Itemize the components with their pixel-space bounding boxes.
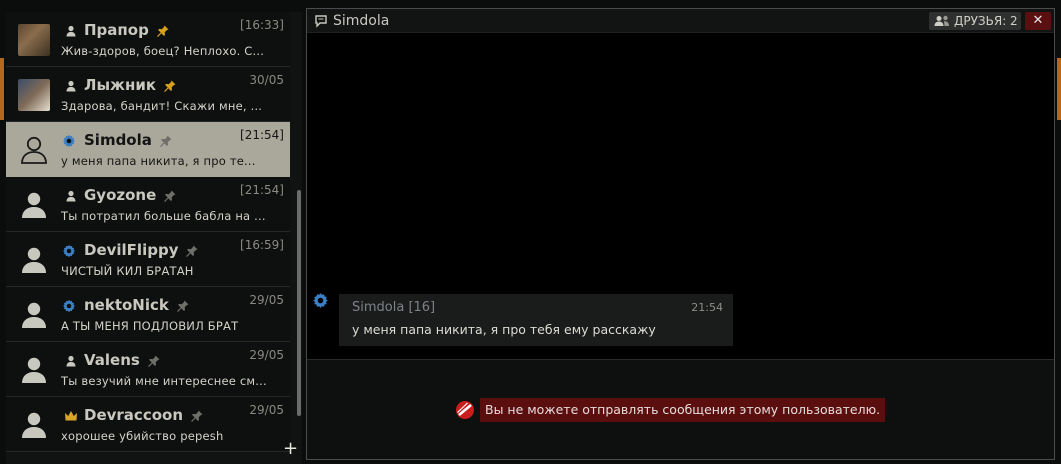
dialog-item[interactable]: nektoNick 29/05 А ТЫ МЕНЯ ПОДЛОВИЛ БРАТ xyxy=(6,287,290,342)
friends-button[interactable]: ДРУЗЬЯ: 2 xyxy=(929,12,1021,30)
dialog-name: Gyozone xyxy=(84,186,157,204)
dialog-last-message: А ТЫ МЕНЯ ПОДЛОВИЛ БРАТ xyxy=(61,319,239,333)
dialog-item[interactable]: Simdola [21:54] у меня папа никита, я про … xyxy=(6,122,290,177)
gear-icon xyxy=(62,244,76,258)
user-icon xyxy=(64,24,78,38)
chat-title: Simdola xyxy=(333,13,390,29)
background-edge-right xyxy=(1057,58,1061,120)
dialog-time: 30/05 xyxy=(249,73,284,87)
friends-icon xyxy=(933,14,951,28)
user-icon xyxy=(64,79,78,93)
chat-bubble-icon xyxy=(314,14,328,28)
mute-icon[interactable] xyxy=(163,189,177,203)
pin-icon[interactable] xyxy=(163,79,177,93)
user-icon xyxy=(64,189,78,203)
crown-icon xyxy=(64,409,78,423)
mute-icon[interactable] xyxy=(185,244,199,258)
default-avatar-icon xyxy=(18,409,50,441)
dialog-time: 29/05 xyxy=(249,293,284,307)
dialog-list: Прапор [16:33] Жив-здоров, боец? Неплохо. … xyxy=(6,12,302,464)
message-bubble: Simdola [16] 21:54 у меня папа никита, я… xyxy=(339,294,733,346)
dialog-last-message: Ты потратил больше бабла на ... xyxy=(61,209,266,223)
gear-icon xyxy=(62,299,76,313)
dialog-time: 29/05 xyxy=(249,348,284,362)
mute-icon[interactable] xyxy=(147,354,161,368)
message-text: у меня папа никита, я про тебя ему расск… xyxy=(352,322,656,337)
dialog-name: DevilFlippy xyxy=(84,241,179,259)
mute-icon[interactable] xyxy=(176,299,190,313)
dialog-list-scrollbar[interactable] xyxy=(297,190,301,416)
dialog-item[interactable]: Devraccoon 29/05 хорошее убийство pepesh xyxy=(6,397,290,452)
dialog-time: [21:54] xyxy=(240,183,284,197)
dialog-last-message: хорошее убийство pepesh xyxy=(61,429,224,443)
dialog-item[interactable]: Valens 29/05 Ты везучий мне интереснее см.… xyxy=(6,342,290,397)
default-avatar-icon xyxy=(18,299,50,331)
default-avatar-icon xyxy=(18,244,50,276)
dialog-time: [21:54] xyxy=(240,128,284,142)
dialog-last-message: ЧИСТЫЙ КИЛ БРАТАН xyxy=(61,264,194,278)
dialog-item[interactable]: Лыжник 30/05 Здарова, бандит! Скажи мне, .… xyxy=(6,67,290,122)
dialog-item[interactable]: Прапор [16:33] Жив-здоров, боец? Неплохо. … xyxy=(6,12,290,67)
pin-icon[interactable] xyxy=(156,24,170,38)
message-time: 21:54 xyxy=(691,301,723,314)
message-author[interactable]: Simdola [16] xyxy=(352,300,435,315)
dialog-time: [16:59] xyxy=(240,238,284,252)
message-input-area: Вы не можете отправлять сообщения этому … xyxy=(307,359,1054,459)
chat-window: Simdola ДРУЗЬЯ: 2 ✕ Simdola [16] 21:54 у… xyxy=(306,8,1055,460)
dialog-last-message: Здарова, бандит! Скажи мне, ... xyxy=(61,99,263,113)
dialog-name: nektoNick xyxy=(84,296,169,314)
dialog-name: Simdola xyxy=(84,131,152,149)
mute-icon[interactable] xyxy=(159,134,173,148)
mute-icon[interactable] xyxy=(190,409,204,423)
sender-gear-icon xyxy=(312,292,329,309)
chat-header: Simdola ДРУЗЬЯ: 2 ✕ xyxy=(307,9,1054,33)
avatar xyxy=(18,24,50,56)
default-avatar-icon xyxy=(18,189,50,221)
dialog-last-message: Ты везучий мне интереснее см... xyxy=(61,374,267,388)
dialog-time: 29/05 xyxy=(249,403,284,417)
blocked-icon xyxy=(455,400,475,420)
background-edge-left xyxy=(0,58,4,120)
friends-label: ДРУЗЬЯ: 2 xyxy=(954,14,1018,28)
dialog-name: Лыжник xyxy=(84,76,157,94)
default-avatar-icon xyxy=(18,134,50,166)
add-dialog-button[interactable]: + xyxy=(283,440,298,458)
dialog-time: [16:33] xyxy=(240,18,284,32)
default-avatar-icon xyxy=(18,354,50,386)
dialog-name: Прапор xyxy=(84,21,149,39)
dialog-item[interactable]: Gyozone [21:54] Ты потратил больше бабла н… xyxy=(6,177,290,232)
gear-icon xyxy=(62,134,76,148)
dialog-name: Devraccoon xyxy=(84,406,183,424)
blocked-notice-text: Вы не можете отправлять сообщения этому … xyxy=(480,398,886,422)
dialog-item[interactable]: DevilFlippy [16:59] ЧИСТЫЙ КИЛ БРАТАН xyxy=(6,232,290,287)
close-chat-button[interactable]: ✕ xyxy=(1025,12,1051,30)
dialog-last-message: у меня папа никита, я про те... xyxy=(61,154,256,168)
dialog-name: Valens xyxy=(84,351,140,369)
avatar xyxy=(18,79,50,111)
dialog-last-message: Жив-здоров, боец? Неплохо. С... xyxy=(61,44,265,58)
user-icon xyxy=(64,354,78,368)
